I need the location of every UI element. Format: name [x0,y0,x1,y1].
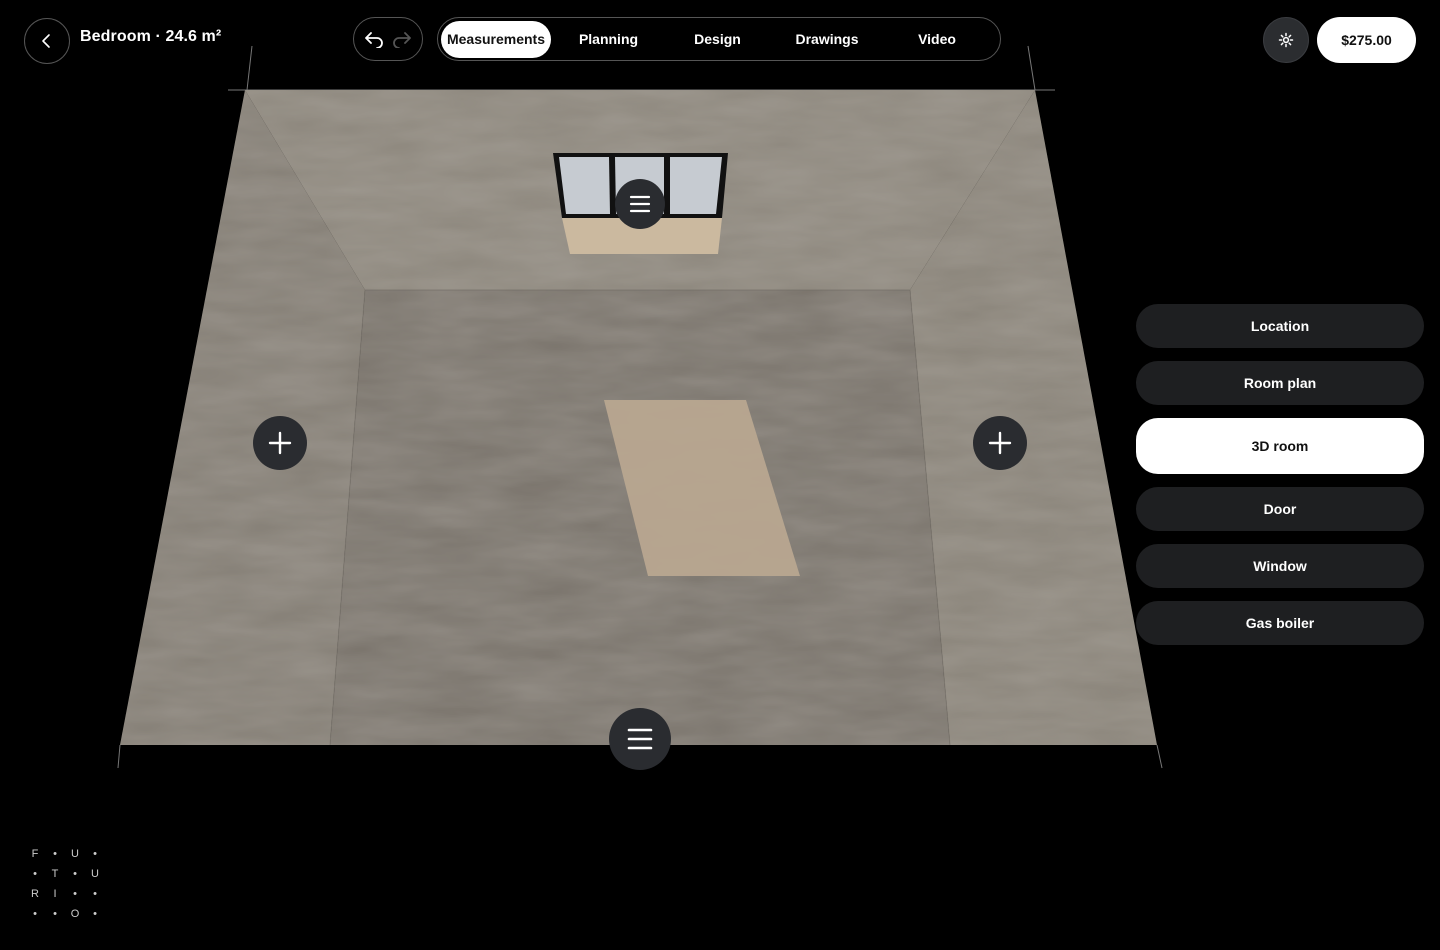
price-button[interactable]: $275.00 [1317,17,1416,63]
logo-glyph: I [53,888,57,900]
window-menu-button[interactable] [615,179,665,229]
side-item-gas-boiler[interactable]: Gas boiler [1136,601,1424,645]
logo-glyph: • [73,888,77,900]
logo-glyph: • [93,908,97,920]
settings-button[interactable] [1263,17,1309,63]
logo-glyph: • [93,888,97,900]
side-menu: Location Room plan 3D room Door Window G… [1136,304,1424,658]
brand-logo: F • U • • T • U R I • • • • O • [28,848,108,924]
logo-glyph: • [33,908,37,920]
side-item-3d-room[interactable]: 3D room [1136,418,1424,474]
gear-icon [1278,32,1294,48]
logo-glyph: T [51,868,59,880]
side-item-door[interactable]: Door [1136,487,1424,531]
logo-glyph: • [53,908,57,920]
side-item-location[interactable]: Location [1136,304,1424,348]
side-item-window[interactable]: Window [1136,544,1424,588]
room-3d-viewport[interactable] [0,0,1180,800]
logo-glyph: • [73,868,77,880]
logo-glyph: O [70,908,80,920]
wall-menu-button[interactable] [609,708,671,770]
logo-glyph: U [71,848,79,860]
side-item-room-plan[interactable]: Room plan [1136,361,1424,405]
logo-glyph: • [93,848,97,860]
add-right-button[interactable] [973,416,1027,470]
logo-glyph: R [31,888,39,900]
add-left-button[interactable] [253,416,307,470]
logo-glyph: F [31,848,39,860]
logo-glyph: • [53,848,57,860]
logo-glyph: U [91,868,99,880]
logo-glyph: • [33,868,37,880]
